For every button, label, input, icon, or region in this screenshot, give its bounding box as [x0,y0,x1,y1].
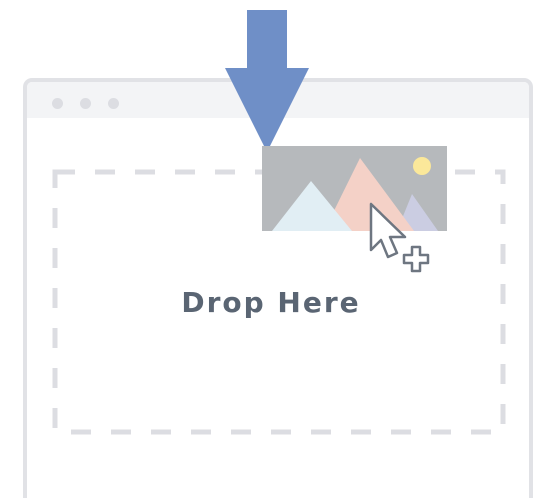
plus-copy-icon [402,245,430,273]
drop-here-label: Drop Here [181,286,361,319]
down-arrow-icon [225,10,309,152]
pointer-cursor-icon [369,202,430,273]
